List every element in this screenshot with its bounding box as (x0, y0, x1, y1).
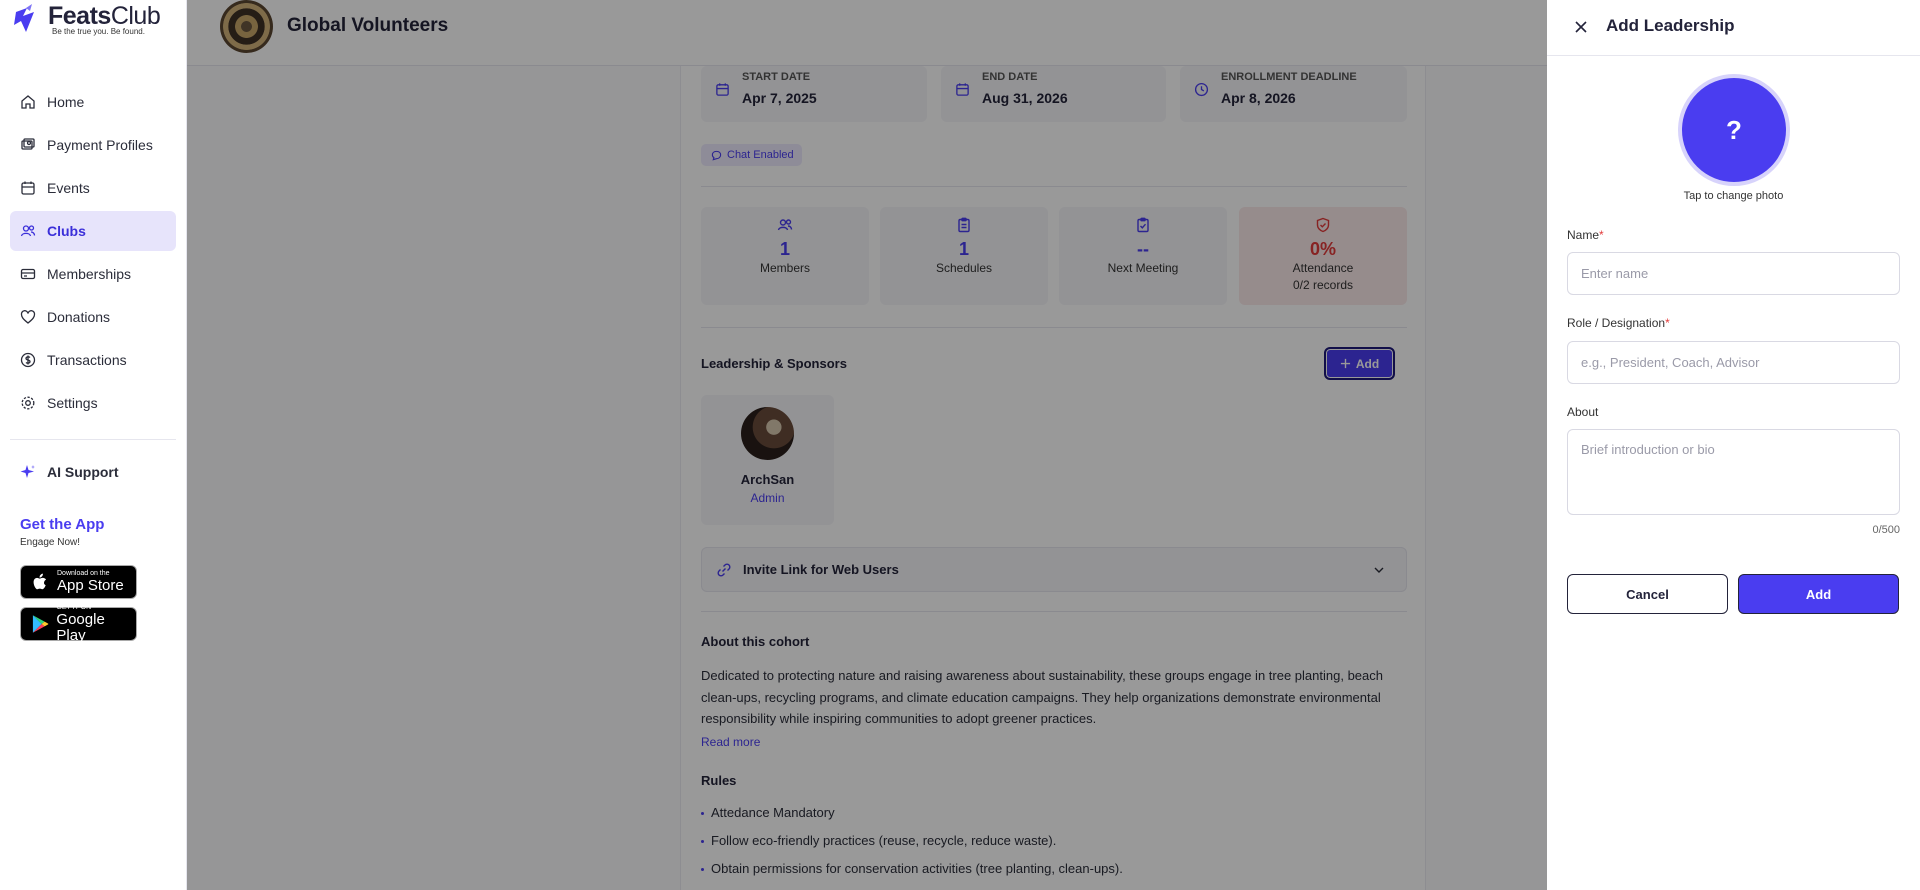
photo-caption: Tap to change photo (1683, 190, 1784, 202)
ai-support-label: AI Support (47, 464, 119, 480)
sidebar-item-payment-profiles[interactable]: Payment Profiles (10, 125, 176, 165)
sidebar-item-label: Payment Profiles (47, 137, 153, 153)
sidebar: FeatsClub Be the true you. Be found. Hom… (0, 0, 187, 890)
gear-icon (21, 396, 35, 410)
drawer-title: Add Leadership (1606, 16, 1735, 35)
get-the-app: Get the App Engage Now! (20, 516, 104, 548)
sidebar-item-settings[interactable]: Settings (10, 383, 176, 423)
ai-support-link[interactable]: AI Support (20, 464, 119, 480)
role-label: Role / Designation* (1567, 316, 1670, 330)
sidebar-item-label: Memberships (47, 266, 132, 282)
heart-icon (20, 310, 36, 324)
modal-backdrop[interactable] (187, 0, 1547, 890)
brand-tagline: Be the true you. Be found. (52, 27, 145, 36)
sidebar-item-transactions[interactable]: Transactions (10, 340, 176, 380)
sidebar-item-label: Transactions (47, 352, 127, 368)
sidebar-divider (10, 439, 176, 440)
required-mark: * (1599, 228, 1604, 242)
sidebar-item-label: Events (47, 180, 90, 196)
sidebar-item-label: Donations (47, 309, 111, 325)
google-play-icon (32, 615, 49, 633)
sidebar-nav: Home Payment Profiles Events Clubs Membe… (10, 82, 176, 426)
name-label: Name* (1567, 228, 1604, 242)
app-store-line2: App Store (57, 577, 124, 594)
google-play-line2: Google Play (56, 611, 105, 644)
about-textarea[interactable] (1567, 429, 1900, 515)
sidebar-item-donations[interactable]: Donations (10, 297, 176, 337)
about-label: About (1567, 405, 1599, 419)
brand-logo[interactable]: FeatsClub Be the true you. Be found. (12, 2, 161, 36)
add-leadership-drawer: Add Leadership ? Tap to change photo Nam… (1547, 0, 1920, 890)
close-icon[interactable] (1571, 17, 1591, 37)
apple-icon (33, 573, 46, 590)
brand-name-light: Club (110, 2, 161, 30)
photo-upload-button[interactable]: ? (1678, 74, 1790, 186)
users-icon (20, 225, 36, 237)
photo-placeholder: ? (1726, 114, 1742, 145)
sidebar-item-label: Settings (47, 395, 98, 411)
get-app-subtitle: Engage Now! (20, 537, 81, 548)
sidebar-item-home[interactable]: Home (10, 82, 176, 122)
sidebar-item-memberships[interactable]: Memberships (10, 254, 176, 294)
app-store-button[interactable]: Download on the App Store (20, 565, 137, 599)
cancel-button[interactable]: Cancel (1567, 574, 1728, 614)
dollar-icon (20, 352, 36, 368)
get-app-title: Get the App (20, 516, 105, 533)
drawer-header: Add Leadership (1547, 0, 1920, 56)
sidebar-item-events[interactable]: Events (10, 168, 176, 208)
character-counter: 0/500 (1872, 524, 1900, 536)
home-icon (21, 95, 35, 109)
sidebar-item-clubs[interactable]: Clubs (10, 211, 176, 251)
add-button[interactable]: Add (1738, 574, 1899, 614)
google-play-button[interactable]: GET IT ON Google Play (20, 604, 137, 644)
card-icon (20, 268, 36, 280)
payment-profiles-icon (21, 138, 35, 150)
role-input[interactable] (1567, 341, 1900, 384)
sidebar-item-label: Clubs (47, 223, 86, 239)
sidebar-item-label: Home (47, 94, 85, 110)
sparkle-icon (20, 465, 35, 478)
required-mark: * (1665, 316, 1670, 330)
name-input[interactable] (1567, 252, 1900, 295)
calendar-icon (21, 181, 35, 195)
brand-name-bold: Feats (48, 2, 111, 30)
logo-icon (14, 4, 34, 32)
